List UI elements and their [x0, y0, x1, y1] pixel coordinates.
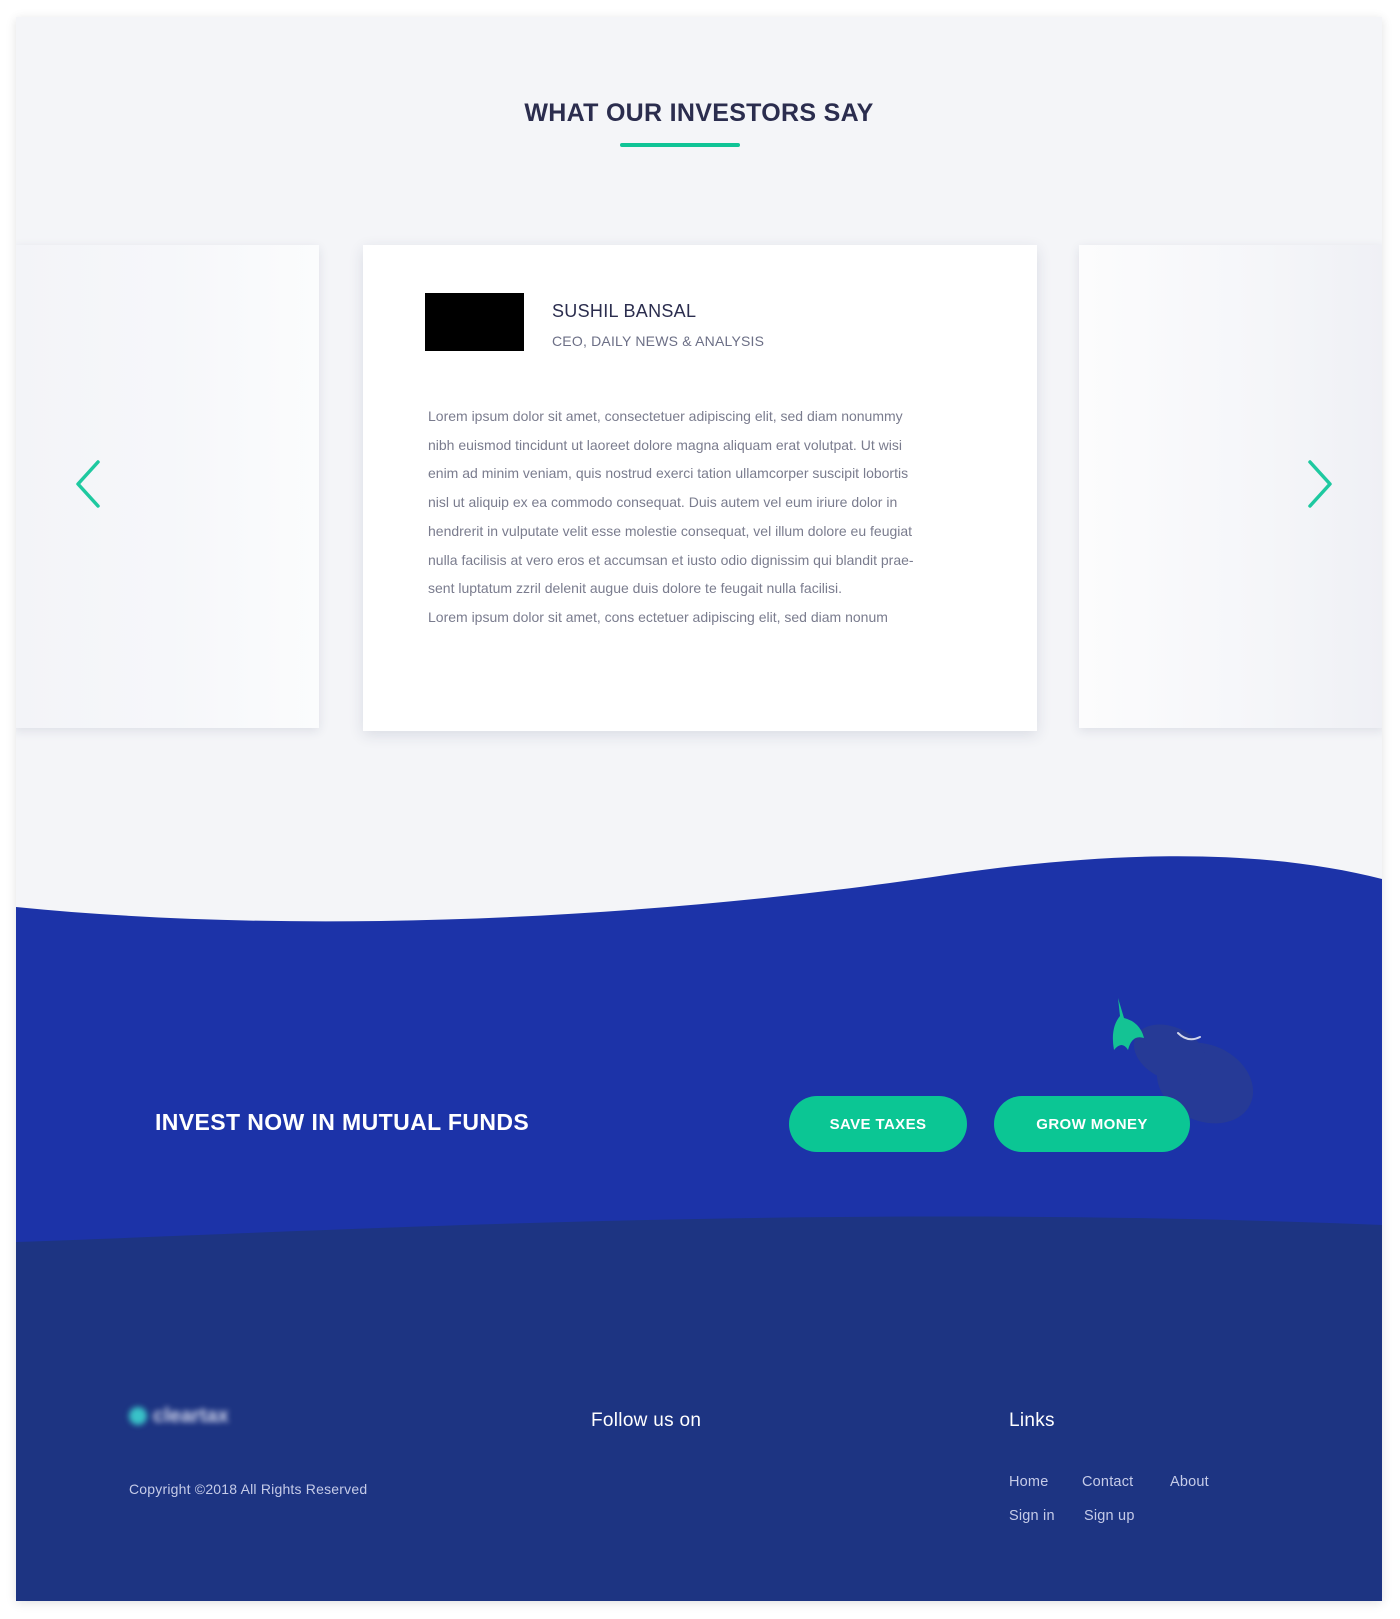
testimonial-card-prev: [16, 245, 319, 728]
logo-wordmark: cleartax: [153, 1404, 229, 1427]
carousel-prev-button[interactable]: [68, 454, 114, 514]
footer-logo[interactable]: cleartax: [129, 1403, 259, 1429]
testimonial-card-active: SUSHIL BANSAL CEO, DAILY NEWS & ANALYSIS…: [363, 245, 1037, 731]
links-heading: Links: [1009, 1410, 1055, 1431]
avatar: [425, 293, 524, 351]
person-role: CEO, DAILY NEWS & ANALYSIS: [552, 333, 765, 349]
footer-link-home[interactable]: Home: [1009, 1474, 1048, 1490]
page-frame: WHAT OUR INVESTORS SAY SUSHIL BANSAL CEO…: [16, 17, 1382, 1601]
grow-money-button[interactable]: GROW MONEY: [994, 1096, 1190, 1152]
footer-link-sign-up[interactable]: Sign up: [1084, 1508, 1135, 1524]
chevron-left-icon: [76, 460, 100, 508]
logo-mark-icon: [129, 1407, 147, 1425]
section-title: WHAT OUR INVESTORS SAY: [524, 99, 874, 127]
footer-link-sign-in[interactable]: Sign in: [1009, 1508, 1055, 1524]
chevron-right-icon: [1308, 460, 1332, 508]
person-name: SUSHIL BANSAL: [552, 301, 697, 321]
footer-link-about[interactable]: About: [1170, 1474, 1209, 1490]
footer-link-contact[interactable]: Contact: [1082, 1474, 1133, 1490]
cta-heading: INVEST NOW IN MUTUAL FUNDS: [155, 1109, 530, 1135]
carousel-next-button[interactable]: [1294, 454, 1340, 514]
follow-heading: Follow us on: [591, 1410, 702, 1431]
testimonial-quote: Lorem ipsum dolor sit amet, consectetuer…: [428, 408, 914, 625]
title-underline: [620, 143, 740, 147]
save-taxes-button[interactable]: SAVE TAXES: [789, 1096, 967, 1152]
copyright-text: Copyright ©2018 All Rights Reserved: [129, 1481, 368, 1497]
